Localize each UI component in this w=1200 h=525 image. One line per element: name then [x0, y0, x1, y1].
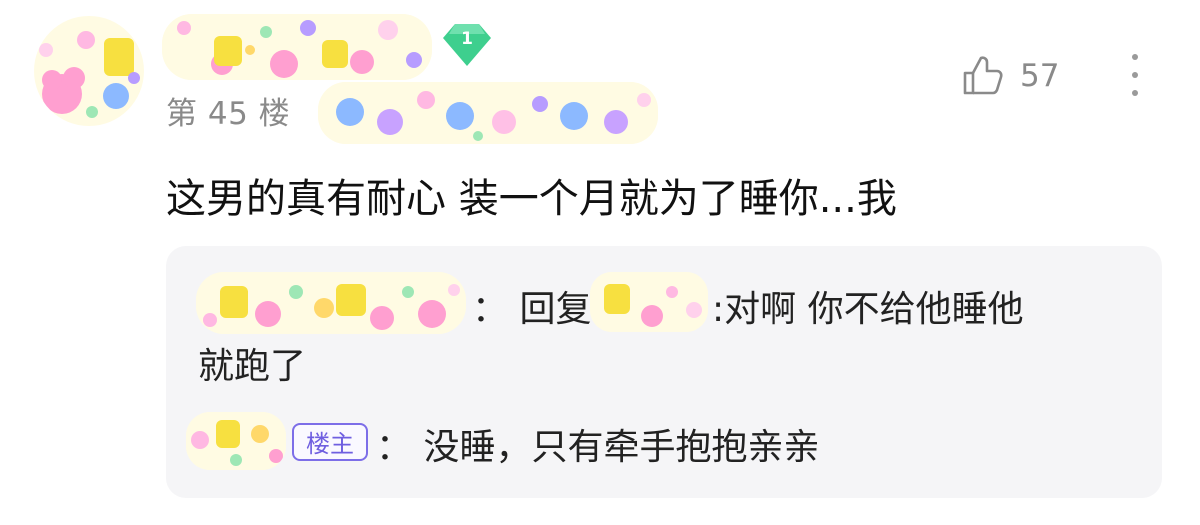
op-badge: 楼主 — [292, 423, 368, 461]
more-button[interactable] — [1122, 52, 1148, 102]
reply-prefix: ： 回复 — [472, 289, 592, 330]
reply-text: ： 没睡，只有牵手抱抱亲亲 — [376, 427, 820, 468]
like-count: 57 — [1020, 58, 1060, 94]
reply-author[interactable] — [186, 412, 286, 470]
avatar[interactable] — [34, 16, 144, 126]
floor-number: 第 45 楼 — [166, 96, 291, 132]
thumbs-up-icon — [963, 56, 1003, 95]
username[interactable] — [162, 14, 432, 80]
reply-text-continued: 就跑了 — [198, 346, 307, 387]
user-location — [318, 82, 658, 144]
level-badge: 1 — [441, 20, 493, 68]
like-button[interactable]: 57 — [960, 52, 1059, 100]
level-number: 1 — [461, 29, 473, 49]
reply-text: :对啊 你不给他睡他 — [712, 289, 1024, 330]
comment-text: 这男的真有耐心 装一个月就为了睡你...我 — [166, 176, 897, 222]
reply-author[interactable] — [196, 272, 466, 334]
reply-target-user[interactable] — [590, 272, 708, 332]
